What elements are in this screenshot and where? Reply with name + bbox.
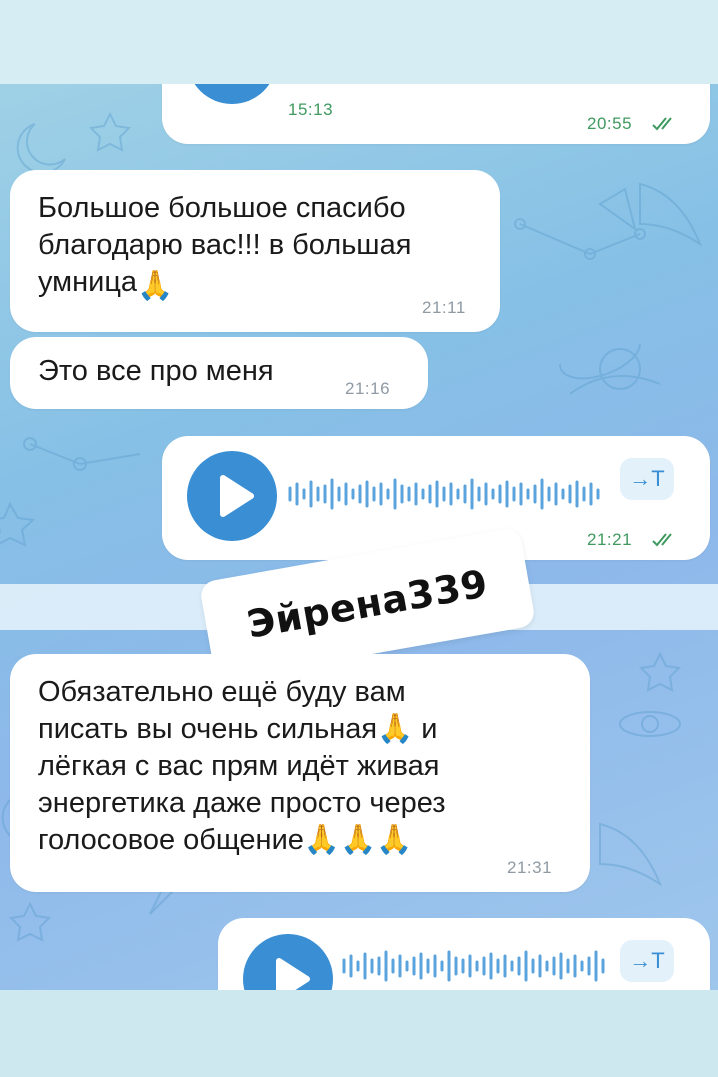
message-text: Большое большое спасибо благодарю вас!!!… (38, 190, 480, 305)
message-time: 21:11 (422, 298, 466, 317)
double-check-icon (652, 533, 672, 547)
play-button[interactable] (187, 451, 277, 541)
message-time: 21:31 (507, 858, 553, 877)
voice-message-outgoing[interactable]: →T (218, 918, 710, 990)
incoming-message[interactable]: Обязательно ещё буду вам писать вы очень… (10, 654, 590, 892)
play-icon (276, 958, 310, 990)
double-check-icon (652, 117, 672, 131)
message-time: 20:55 (587, 114, 633, 133)
incoming-message[interactable]: Большое большое спасибо благодарю вас!!!… (10, 170, 500, 332)
transcribe-button[interactable]: →T (620, 458, 674, 500)
pray-emoji: 🙏 (137, 270, 174, 302)
transcribe-button[interactable]: →T (620, 940, 674, 982)
top-band (0, 0, 718, 84)
message-time: 21:21 (587, 530, 633, 549)
message-text: Обязательно ещё буду вам писать вы очень… (38, 676, 446, 856)
voice-message-outgoing[interactable]: 15:13 20:55 (162, 84, 710, 144)
waveform (342, 950, 605, 982)
play-icon (220, 475, 254, 517)
chat-area[interactable]: 15:13 20:55 Большое большое спасибо благ… (0, 84, 718, 990)
incoming-message[interactable]: Это все про меня 21:16 (10, 337, 428, 409)
play-button[interactable] (187, 84, 277, 104)
bottom-band (0, 990, 718, 1077)
play-button[interactable] (243, 934, 333, 990)
message-time: 21:16 (345, 379, 391, 398)
play-icon (187, 84, 277, 104)
voice-duration: 15:13 (288, 100, 334, 119)
waveform (288, 478, 600, 510)
